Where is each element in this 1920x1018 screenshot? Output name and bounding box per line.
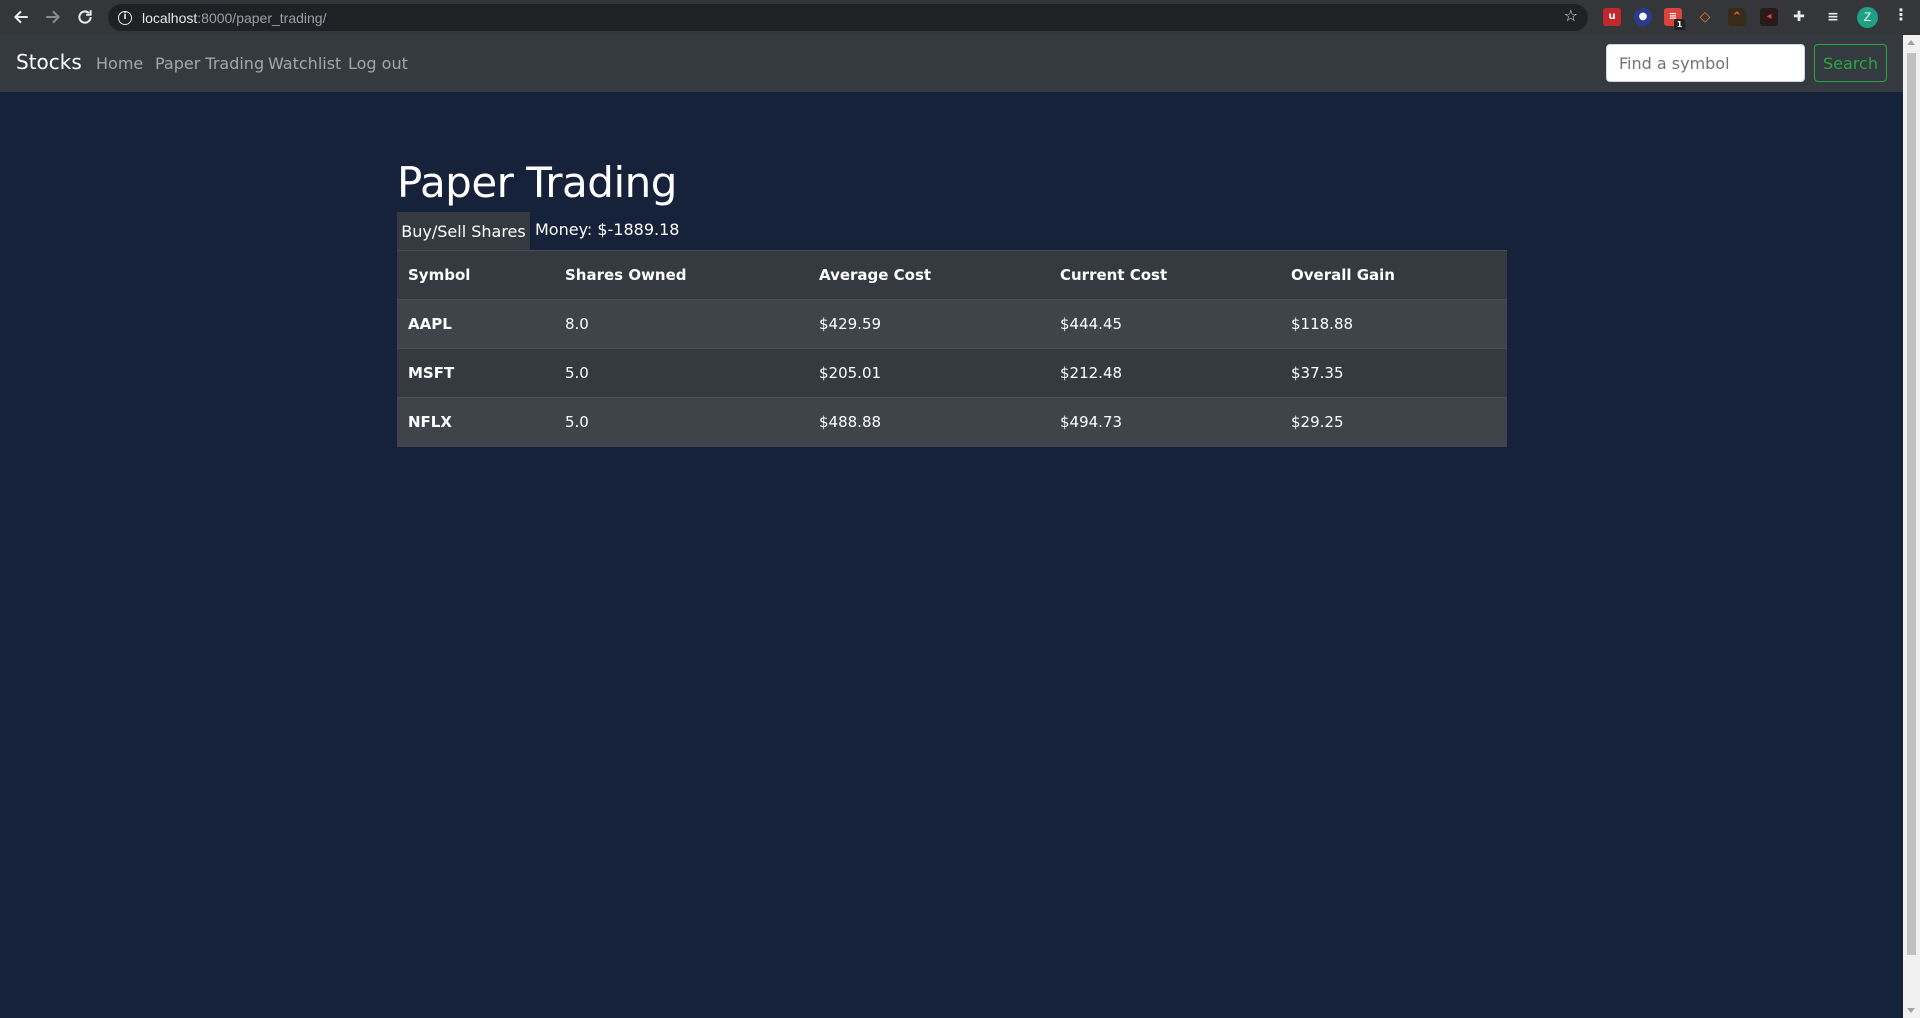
browser-menu-icon[interactable]: ⋮ — [1893, 8, 1909, 24]
reload-icon[interactable] — [71, 3, 99, 31]
scroll-thumb[interactable] — [1907, 53, 1916, 955]
column-header: Shares Owned — [554, 250, 808, 300]
nav-paper-trading[interactable]: Paper Trading — [155, 54, 264, 73]
overall-gain-cell: $37.35 — [1280, 348, 1507, 398]
table-header-row: Symbol Shares Owned Average Cost Current… — [397, 250, 1507, 300]
search-button[interactable]: Search — [1814, 44, 1887, 82]
address-bar[interactable]: i localhost:8000/paper_trading/ ☆ — [108, 4, 1588, 31]
media-control-icon[interactable]: ≡ — [1824, 8, 1842, 26]
ublock-extension-icon[interactable]: u — [1603, 8, 1621, 26]
brand-link[interactable]: Stocks — [16, 50, 82, 74]
extension-badge: 1 — [1674, 19, 1685, 30]
current-cost-cell: $212.48 — [1049, 348, 1280, 398]
bookmark-star-icon[interactable]: ☆ — [1564, 9, 1578, 25]
current-cost-cell: $494.73 — [1049, 397, 1280, 447]
url-path: :8000/paper_trading/ — [197, 9, 327, 26]
average-cost-cell: $205.01 — [808, 348, 1049, 398]
scroll-up-icon[interactable] — [1907, 40, 1915, 45]
nav-log-out[interactable]: Log out — [348, 54, 408, 73]
column-header: Average Cost — [808, 250, 1049, 300]
overall-gain-cell: $29.25 — [1280, 397, 1507, 447]
column-header: Current Cost — [1049, 250, 1280, 300]
extension-icon-red[interactable]: ◂ — [1760, 8, 1778, 26]
forward-icon[interactable] — [39, 3, 67, 31]
url-text: localhost:8000/paper_trading/ — [142, 10, 326, 26]
buy-sell-shares-button[interactable]: Buy/Sell Shares — [397, 212, 530, 250]
nav-watchlist[interactable]: Watchlist — [268, 54, 341, 73]
average-cost-cell: $488.88 — [808, 397, 1049, 447]
chevron-extension-icon[interactable]: ^ — [1728, 8, 1746, 26]
page-title: Paper Trading — [397, 158, 677, 207]
average-cost-cell: $429.59 — [808, 299, 1049, 349]
table-row: AAPL 8.0 $429.59 $444.45 $118.88 — [397, 299, 1507, 349]
overall-gain-cell: $118.88 — [1280, 299, 1507, 349]
site-navbar: Stocks Home Paper Trading Watchlist Log … — [0, 35, 1903, 92]
table-row: MSFT 5.0 $205.01 $212.48 $37.35 — [397, 348, 1507, 398]
symbol-search-input[interactable] — [1606, 44, 1805, 82]
site-info-icon[interactable]: i — [118, 10, 132, 25]
money-balance: Money: $-1889.18 — [535, 220, 680, 239]
shares-cell: 5.0 — [554, 348, 808, 398]
shares-cell: 5.0 — [554, 397, 808, 447]
symbol-cell: NFLX — [397, 397, 554, 447]
url-host: localhost — [142, 9, 198, 26]
holdings-table: Symbol Shares Owned Average Cost Current… — [397, 250, 1507, 447]
table-row: NFLX 5.0 $488.88 $494.73 $29.25 — [397, 397, 1507, 447]
column-header: Overall Gain — [1280, 250, 1507, 300]
page-scrollbar[interactable] — [1903, 35, 1920, 1018]
current-cost-cell: $444.45 — [1049, 299, 1280, 349]
symbol-cell: MSFT — [397, 348, 554, 398]
shares-cell: 8.0 — [554, 299, 808, 349]
puzzle-extensions-icon[interactable]: ✚ — [1790, 8, 1808, 26]
nav-home[interactable]: Home — [96, 54, 143, 73]
scroll-down-icon[interactable] — [1907, 1008, 1915, 1013]
column-header: Symbol — [397, 250, 554, 300]
browser-toolbar: i localhost:8000/paper_trading/ ☆ u ● ≡ … — [0, 0, 1920, 35]
profile-avatar[interactable]: Z — [1857, 7, 1878, 28]
extension-icon[interactable]: ● — [1634, 8, 1652, 26]
symbol-cell: AAPL — [397, 299, 554, 349]
diamond-extension-icon[interactable]: ◇ — [1696, 8, 1714, 26]
back-icon[interactable] — [7, 3, 35, 31]
